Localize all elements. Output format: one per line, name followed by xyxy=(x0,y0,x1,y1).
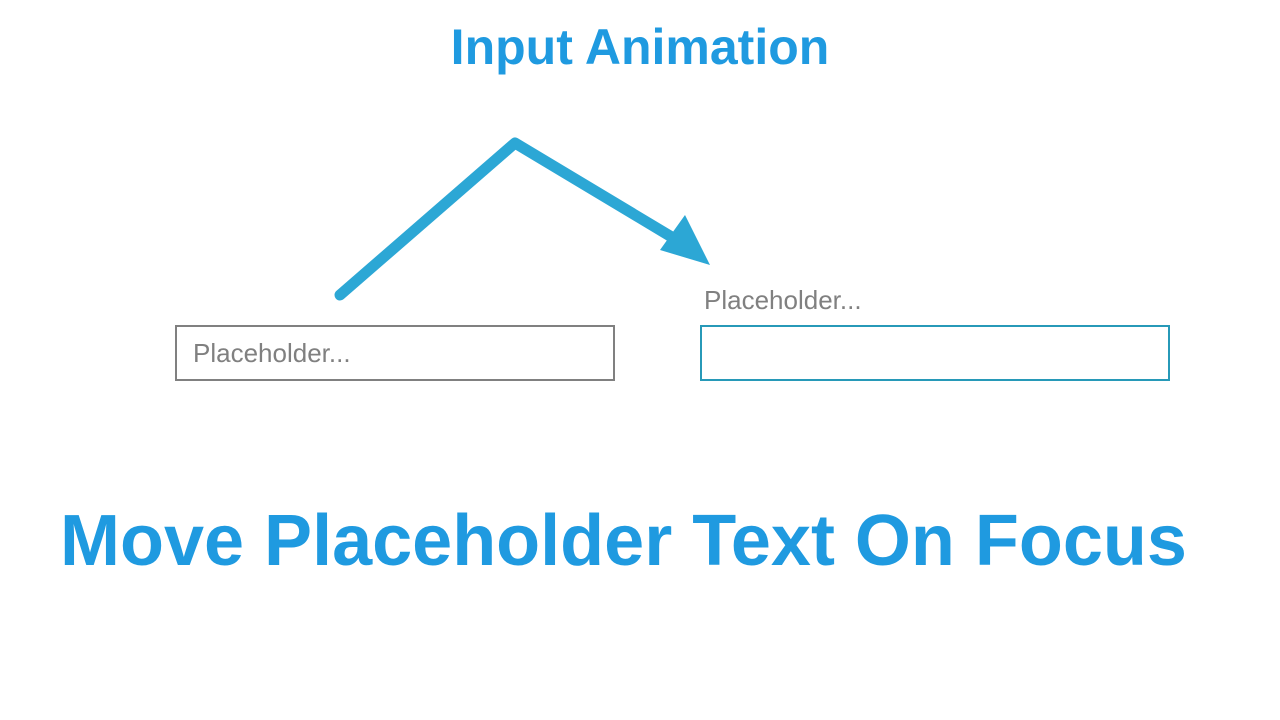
unfocused-input[interactable] xyxy=(175,325,615,381)
input-focused-wrap: Placeholder... xyxy=(700,325,1170,381)
arrow-icon xyxy=(330,135,760,305)
page-title: Input Animation xyxy=(0,18,1280,76)
floating-placeholder-label: Placeholder... xyxy=(704,285,862,316)
input-unfocused-wrap xyxy=(175,325,615,381)
subtitle: Move Placeholder Text On Focus xyxy=(60,500,1187,583)
inputs-row: Placeholder... xyxy=(175,325,1155,381)
focused-input[interactable] xyxy=(700,325,1170,381)
